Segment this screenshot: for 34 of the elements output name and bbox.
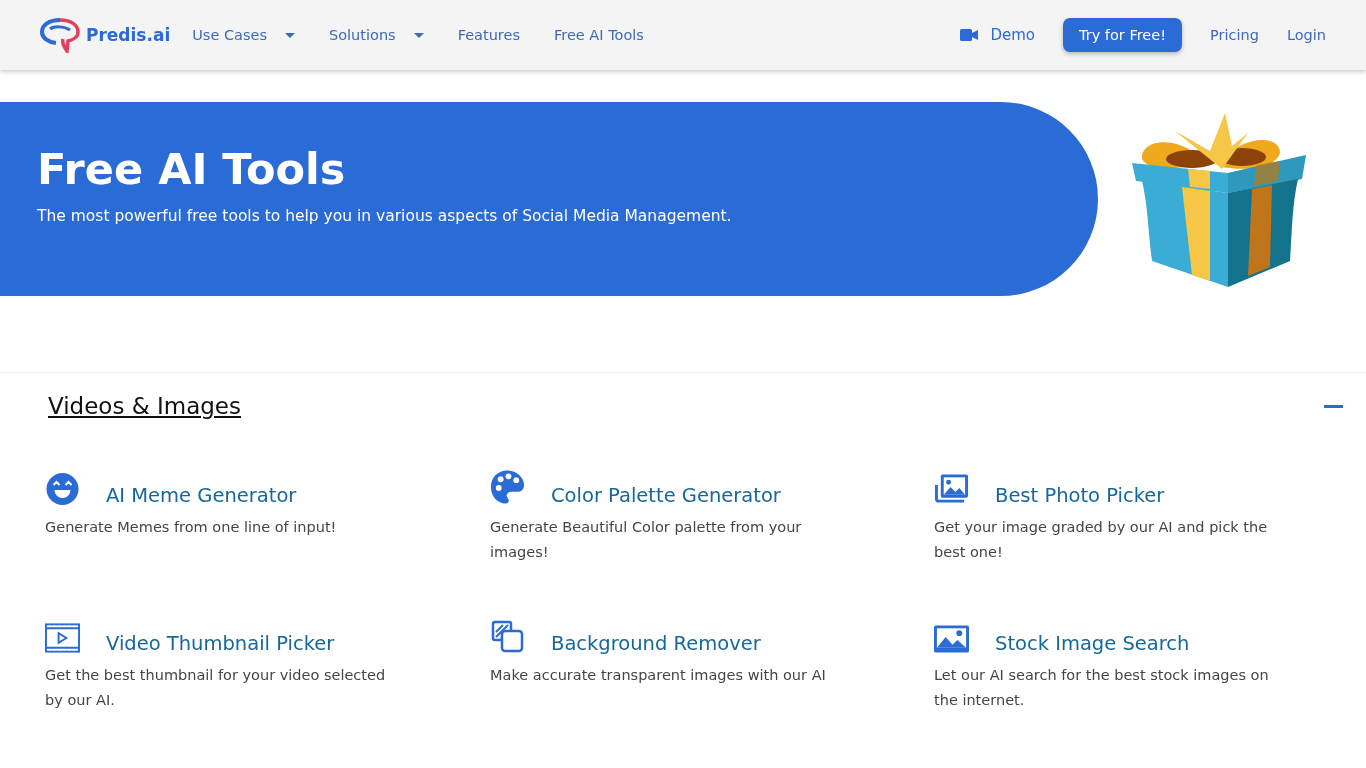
tool-title-link[interactable]: Stock Image Search xyxy=(995,633,1190,653)
image-icon xyxy=(934,625,969,653)
nav-link[interactable]: Features xyxy=(457,27,520,43)
tool-title-link[interactable]: Video Thumbnail Picker xyxy=(106,633,335,653)
photos-icon xyxy=(934,473,969,505)
nav-link[interactable]: Solutions xyxy=(329,27,424,43)
nav-link[interactable]: Pricing xyxy=(1210,27,1259,43)
tool-title-link[interactable]: Color Palette Generator xyxy=(551,485,781,505)
nav-link[interactable]: Login xyxy=(1286,27,1326,43)
tool-description: Get your image graded by our AI and pick the best one! xyxy=(934,518,1269,562)
layers-icon xyxy=(490,620,525,653)
nav-link[interactable]: Free AI Tools xyxy=(554,27,644,43)
tool-description: Get the best thumbnail for your video selected by our AI. xyxy=(45,666,387,710)
caret-icon xyxy=(413,32,424,38)
video-frame-icon xyxy=(45,623,80,653)
logo-icon xyxy=(40,17,82,53)
demo-link[interactable]: Demo xyxy=(960,26,1035,44)
palette-icon xyxy=(490,469,525,505)
tool-description: Make accurate transparent images with our AI xyxy=(490,666,827,685)
tool-description: Generate Beautiful Color palette from your images! xyxy=(490,518,803,562)
tool-description: Let our AI search for the best stock images on the internet. xyxy=(934,666,1270,710)
tool-title-link[interactable]: AI Meme Generator xyxy=(106,485,297,505)
tool-description: Generate Memes from one line of input! xyxy=(45,518,338,537)
video-camera-icon xyxy=(960,29,979,41)
tool-title-link[interactable]: Best Photo Picker xyxy=(995,485,1165,505)
page-title: Free AI Tools xyxy=(37,146,347,194)
smiley-face-icon xyxy=(45,473,80,505)
logo-text[interactable]: Predis.ai xyxy=(86,25,171,45)
tool-title-link[interactable]: Background Remover xyxy=(551,633,761,653)
try-free-button[interactable]: Try for Free! xyxy=(1063,18,1182,52)
nav-link[interactable]: Use Cases xyxy=(192,27,295,43)
page-subtitle: The most powerful free tools to help you in various aspects of Social Media Management. xyxy=(37,207,733,226)
caret-icon xyxy=(285,32,295,38)
section-title: Videos & Images xyxy=(48,393,241,419)
